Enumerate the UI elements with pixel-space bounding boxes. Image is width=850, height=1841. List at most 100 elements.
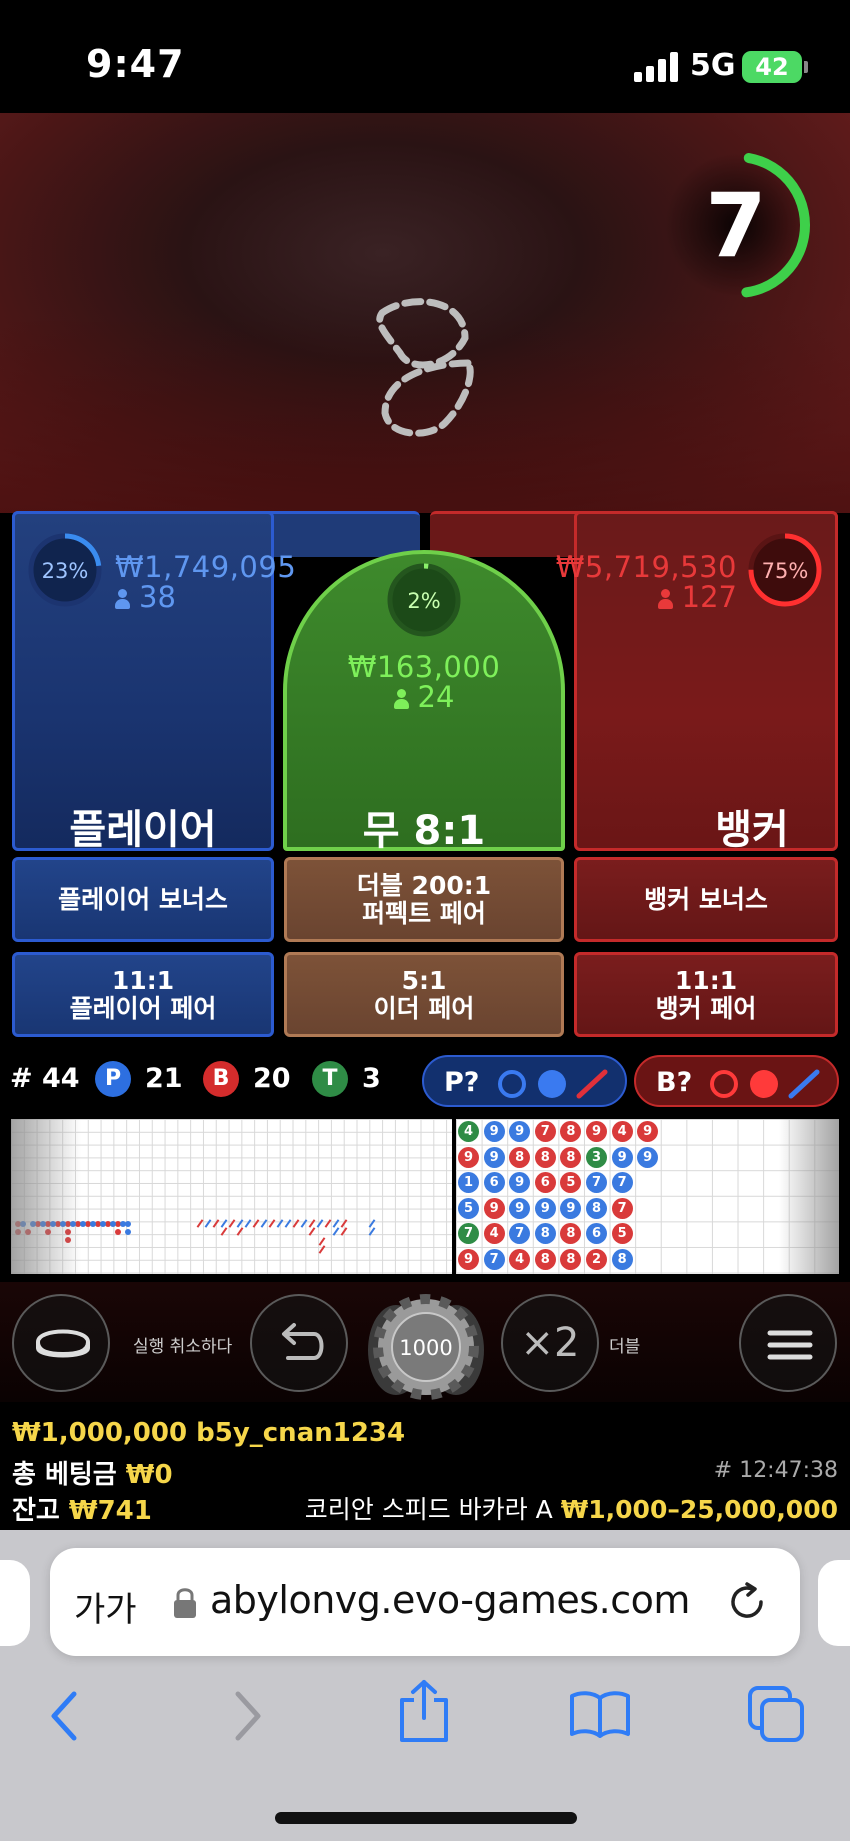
table-view-button[interactable] <box>12 1294 110 1392</box>
person-icon <box>393 689 409 709</box>
player-pair-button[interactable]: 11:1 플레이어 페어 <box>12 952 274 1037</box>
tie-wins-icon: T <box>312 1061 348 1097</box>
game-time: # 12:47:38 <box>713 1458 838 1483</box>
total-bet-label: 총 베팅금 <box>12 1460 117 1490</box>
total-bet: 총 베팅금 ₩0 <box>12 1454 173 1491</box>
balance-value: ₩741 <box>68 1496 152 1526</box>
bead-fade <box>779 1119 839 1274</box>
chip-selector[interactable]: 1000 <box>366 1292 486 1402</box>
double-symbol: ×2 <box>520 1320 580 1366</box>
bookmarks-icon[interactable] <box>568 1688 632 1740</box>
game-info: 코리안 스피드 바카라 A ₩1,000–25,000,000 <box>305 1490 838 1526</box>
balance-user: ₩1,000,000 b5y_cnan1234 <box>12 1418 406 1448</box>
banker-pair-label: 뱅커 페어 <box>655 993 757 1023</box>
bead-road[interactable]: 4915799969479899747869888859889378624977… <box>456 1119 839 1274</box>
address-bar[interactable]: 가가 abylonvg.evo-games.com <box>50 1548 800 1656</box>
banker-total-amount: ₩5,719,530 <box>555 550 737 584</box>
player-percent: 23% <box>41 559 89 583</box>
player-bet-spot[interactable]: 23% ₩1,749,095 38 플레이어 <box>12 511 296 853</box>
player-bonus-label: 플레이어 보너스 <box>58 884 228 914</box>
reload-icon[interactable] <box>725 1580 769 1624</box>
bead-result: 5 <box>611 1223 633 1245</box>
status-bar: 9:47 5G 42 <box>0 0 850 113</box>
banker-pair-button[interactable]: 11:1 뱅커 페어 <box>574 952 838 1037</box>
banker-wins-icon: B <box>203 1061 239 1097</box>
tie-label: 무 8:1 <box>362 808 486 854</box>
bead-result: 4 <box>458 1121 479 1142</box>
bead-result: 6 <box>534 1172 556 1194</box>
banker-wins-count: 20 <box>253 1063 291 1094</box>
player-bonus-button[interactable]: 플레이어 보너스 <box>12 857 274 942</box>
big-eye-icon <box>710 1070 738 1098</box>
small-road-icon <box>538 1070 566 1098</box>
undo-label: 실행 취소하다 <box>133 1337 233 1357</box>
tie-percent: 2% <box>407 589 441 613</box>
tie-bettor-count: 24 <box>287 680 561 714</box>
text-size-button[interactable]: 가가 <box>74 1582 137 1631</box>
bead-result: 9 <box>483 1121 505 1142</box>
road-mark <box>115 1229 121 1235</box>
derived-roads[interactable] <box>11 1119 452 1274</box>
home-indicator <box>275 1812 577 1824</box>
menu-button[interactable] <box>739 1294 837 1392</box>
double-button[interactable]: ×2 <box>501 1294 599 1392</box>
player-total-amount: ₩1,749,095 <box>115 550 297 584</box>
banker-bet-spot[interactable]: 75% ₩5,719,530 127 뱅커 <box>556 511 838 853</box>
shoe-stats: # 44 P 21 B 20 T 3 P? B? <box>0 1055 850 1107</box>
forward-icon[interactable] <box>228 1688 268 1744</box>
banker-percent: 75% <box>761 559 809 583</box>
perfect-pair-label: 퍼펙트 페어 <box>362 898 486 928</box>
road-mark <box>125 1229 131 1235</box>
network-type: 5G <box>690 48 736 83</box>
prev-tab-card[interactable] <box>0 1560 30 1646</box>
bead-result: 7 <box>611 1172 633 1194</box>
countdown-timer: 7 <box>664 148 820 303</box>
undo-button[interactable] <box>250 1294 348 1392</box>
total-bet-value: ₩0 <box>125 1460 173 1490</box>
bet-limits: ₩1,000–25,000,000 <box>560 1495 838 1524</box>
player-label: 플레이어 <box>69 807 217 853</box>
balance-label: 잔고 <box>12 1496 60 1526</box>
bead-result: 9 <box>458 1249 479 1270</box>
player-wins-count: 21 <box>145 1063 183 1094</box>
bead-result: 9 <box>534 1197 556 1219</box>
bead-result: 7 <box>483 1249 505 1270</box>
player-predict-button[interactable]: P? <box>422 1055 627 1107</box>
bead-result: 7 <box>534 1121 556 1142</box>
player-bettor-count: 38 <box>115 580 176 614</box>
tie-bettors: 24 <box>417 680 455 714</box>
small-road-icon <box>750 1070 778 1098</box>
bead-result: 4 <box>611 1121 633 1142</box>
bead-result: 8 <box>509 1146 531 1168</box>
road-mark <box>100 1221 106 1227</box>
tabs-icon[interactable] <box>746 1684 808 1746</box>
url-text: abylonvg.evo-games.com <box>210 1578 690 1622</box>
back-icon[interactable] <box>44 1688 84 1744</box>
bead-result: 9 <box>458 1146 479 1168</box>
player-wins-icon: P <box>95 1061 131 1097</box>
banker-pair-odds: 11:1 <box>674 966 738 995</box>
signal-icon <box>634 52 678 82</box>
hamburger-menu-icon <box>767 1330 813 1360</box>
bead-result: 8 <box>534 1249 556 1270</box>
share-icon[interactable] <box>396 1678 452 1744</box>
bead-result: 9 <box>611 1146 633 1168</box>
double-label: 더블 <box>609 1337 641 1357</box>
road-mark <box>110 1221 116 1227</box>
bead-result: 2 <box>586 1249 607 1270</box>
banker-bonus-button[interactable]: 뱅커 보너스 <box>574 857 838 942</box>
big-eye-icon <box>498 1070 526 1098</box>
battery-cap <box>804 61 808 73</box>
player-pair-label: 플레이어 페어 <box>69 993 217 1023</box>
either-pair-button[interactable]: 5:1 이더 페어 <box>284 952 564 1037</box>
perfect-pair-button[interactable]: 더블 200:1 퍼펙트 페어 <box>284 857 564 942</box>
game-name: 코리안 스피드 바카라 A <box>304 1495 553 1524</box>
next-tab-card[interactable] <box>818 1560 850 1646</box>
person-icon <box>657 589 673 609</box>
tie-bet-spot[interactable]: 2% ₩163,000 24 무 8:1 <box>283 550 565 854</box>
tie-wins-count: 3 <box>362 1063 381 1094</box>
table-icon <box>35 1329 91 1358</box>
balance: 잔고 ₩741 <box>12 1490 152 1527</box>
status-time: 9:47 <box>86 42 185 86</box>
banker-predict-button[interactable]: B? <box>634 1055 839 1107</box>
